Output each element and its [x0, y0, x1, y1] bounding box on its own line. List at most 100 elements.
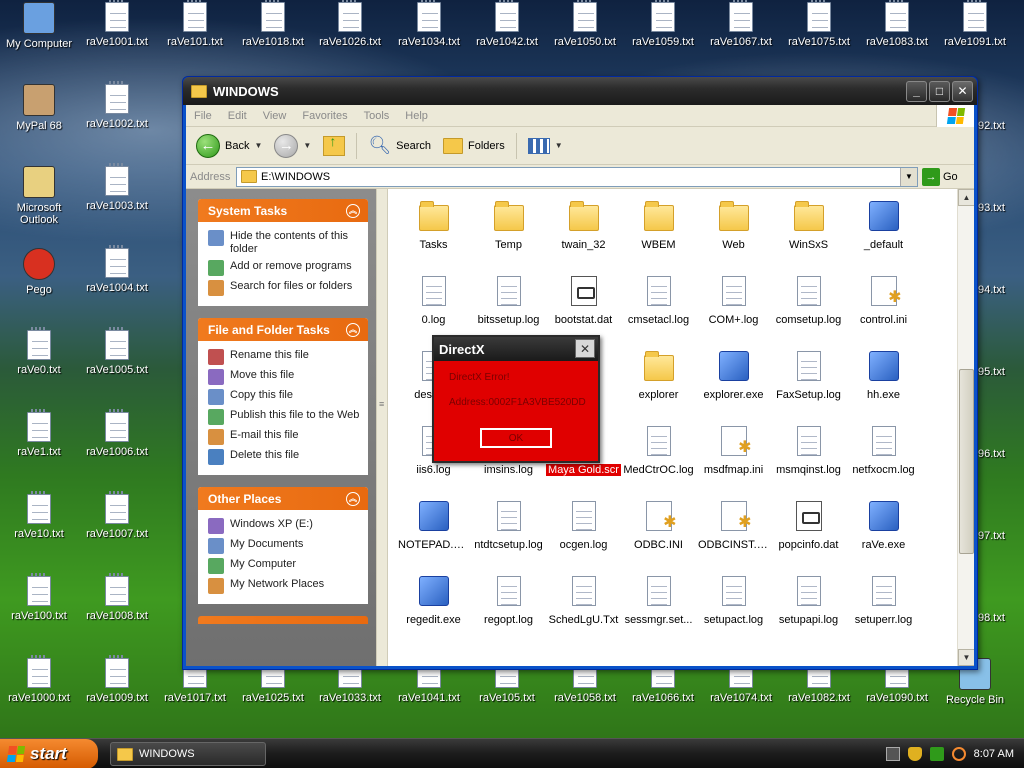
forward-button[interactable]: → ▼ [270, 132, 315, 160]
file-task-item[interactable]: Copy this file [208, 387, 362, 407]
file-item[interactable]: Tasks [396, 201, 471, 276]
file-item[interactable]: SchedLgU.Txt [546, 576, 621, 651]
file-item[interactable]: sessmgr.set... [621, 576, 696, 651]
desktop-icon[interactable]: MyPal 68 [0, 84, 78, 132]
desktop-icon[interactable]: raVe1003.txt [78, 163, 156, 212]
desktop-icon[interactable]: raVe1091.txt [936, 0, 1014, 48]
file-item[interactable]: msmqinst.log [771, 426, 846, 501]
menu-item-file[interactable]: File [186, 110, 220, 122]
desktop-icon[interactable]: raVe10.txt [0, 491, 78, 540]
desktop-icon-label[interactable]: 98.txt [978, 612, 1024, 624]
desktop-icon[interactable]: My Computer [0, 2, 78, 50]
other-task-item[interactable]: Windows XP (E:) [208, 516, 362, 536]
desktop-icon[interactable]: raVe100.txt [0, 573, 78, 622]
desktop-icon[interactable]: raVe1018.txt [234, 0, 312, 48]
file-item[interactable]: Temp [471, 201, 546, 276]
up-folder-button[interactable]: ↑ [319, 133, 349, 158]
file-item[interactable]: hh.exe [846, 351, 921, 426]
system-task-item[interactable]: Add or remove programs [208, 258, 362, 278]
folders-button[interactable]: Folders [439, 136, 509, 156]
desktop-icon[interactable]: Pego [0, 248, 78, 296]
file-item[interactable]: raVe.exe [846, 501, 921, 576]
desktop-icon[interactable]: raVe1005.txt [78, 327, 156, 376]
file-item[interactable]: cmsetacl.log [621, 276, 696, 351]
desktop-icon[interactable]: raVe1004.txt [78, 245, 156, 294]
menu-item-favorites[interactable]: Favorites [294, 110, 355, 122]
dialog-close-button[interactable]: ✕ [575, 339, 595, 358]
file-item[interactable]: WinSxS [771, 201, 846, 276]
desktop-icon[interactable]: Microsoft Outlook [0, 166, 78, 226]
file-item[interactable]: NOTEPAD.EXE [396, 501, 471, 576]
file-item[interactable]: msdfmap.ini [696, 426, 771, 501]
desktop-icon-label[interactable]: 94.txt [978, 284, 1024, 296]
collapse-chevron-icon[interactable]: ︽ [346, 491, 360, 506]
desktop-icon[interactable]: raVe0.txt [0, 327, 78, 376]
desktop-icon-label[interactable]: 97.txt [978, 530, 1024, 542]
scroll-thumb[interactable] [959, 369, 974, 554]
vertical-scrollbar[interactable]: ▲ ▼ [957, 189, 974, 666]
collapse-chevron-icon[interactable]: ︽ [346, 322, 360, 337]
go-button[interactable]: → Go [922, 167, 970, 186]
keyboard-icon[interactable] [885, 747, 900, 761]
file-item[interactable]: setupapi.log [771, 576, 846, 651]
file-task-item[interactable]: Publish this file to the Web [208, 407, 362, 427]
file-item[interactable]: comsetup.log [771, 276, 846, 351]
file-item[interactable]: popcinfo.dat [771, 501, 846, 576]
system-tasks-header[interactable]: System Tasks ︽ [198, 199, 368, 222]
search-button[interactable]: 🔍︎ Search [364, 133, 435, 158]
desktop-icon[interactable]: raVe1059.txt [624, 0, 702, 48]
other-places-header[interactable]: Other Places ︽ [198, 487, 368, 510]
desktop-icon[interactable]: raVe1067.txt [702, 0, 780, 48]
file-item[interactable]: explorer.exe [696, 351, 771, 426]
desktop-icon[interactable]: raVe1002.txt [78, 81, 156, 130]
desktop-icon[interactable]: raVe1075.txt [780, 0, 858, 48]
file-task-item[interactable]: Delete this file [208, 447, 362, 467]
file-item[interactable]: WBEM [621, 201, 696, 276]
file-item[interactable]: Web [696, 201, 771, 276]
back-button[interactable]: ← Back ▼ [192, 132, 266, 160]
desktop-icon[interactable]: raVe1001.txt [78, 0, 156, 48]
chevron-down-icon[interactable]: ▼ [303, 141, 311, 150]
window-titlebar[interactable]: WINDOWS _ □ ✕ [183, 77, 977, 105]
file-item[interactable]: ocgen.log [546, 501, 621, 576]
menu-item-tools[interactable]: Tools [356, 110, 398, 122]
system-task-item[interactable]: Hide the contents of this folder [208, 228, 362, 258]
shield-icon[interactable] [907, 747, 922, 761]
address-input[interactable]: E:\WINDOWS ▼ [236, 166, 918, 187]
desktop-icon-label[interactable]: 92.txt [978, 120, 1024, 132]
other-task-item[interactable]: My Documents [208, 536, 362, 556]
scroll-up-button[interactable]: ▲ [958, 189, 974, 206]
file-item[interactable]: regopt.log [471, 576, 546, 651]
desktop-icon-label[interactable]: 93.txt [978, 202, 1024, 214]
pane-splitter[interactable] [376, 189, 388, 666]
menu-item-help[interactable]: Help [397, 110, 436, 122]
chevron-down-icon[interactable]: ▼ [254, 141, 262, 150]
system-task-item[interactable]: Search for files or folders [208, 278, 362, 298]
desktop-icon[interactable]: raVe1009.txt [78, 655, 156, 704]
file-item[interactable]: explorer [621, 351, 696, 426]
search-tray-icon[interactable] [951, 747, 966, 761]
desktop-icon[interactable]: raVe1050.txt [546, 0, 624, 48]
file-item[interactable]: control.ini [846, 276, 921, 351]
views-button[interactable]: ▼ [524, 136, 567, 156]
file-item[interactable]: _default [846, 201, 921, 276]
close-button[interactable]: ✕ [952, 80, 973, 102]
desktop-icon[interactable]: raVe1026.txt [311, 0, 389, 48]
minimize-button[interactable]: _ [906, 80, 927, 102]
start-button[interactable]: start [0, 739, 98, 768]
file-item[interactable]: setuperr.log [846, 576, 921, 651]
desktop-icon[interactable]: raVe1042.txt [468, 0, 546, 48]
collapse-chevron-icon[interactable]: ︽ [346, 203, 360, 218]
file-task-item[interactable]: E-mail this file [208, 427, 362, 447]
menu-item-edit[interactable]: Edit [220, 110, 255, 122]
dialog-titlebar[interactable]: DirectX ✕ [434, 337, 598, 361]
desktop-icon-label[interactable]: 95.txt [978, 366, 1024, 378]
file-item[interactable]: ODBC.INI [621, 501, 696, 576]
desktop-icon[interactable]: raVe1000.txt [0, 655, 78, 704]
desktop-icon[interactable]: raVe1007.txt [78, 491, 156, 540]
chevron-down-icon[interactable]: ▼ [900, 167, 917, 186]
file-item[interactable]: netfxocm.log [846, 426, 921, 501]
file-item[interactable]: twain_32 [546, 201, 621, 276]
file-task-item[interactable]: Rename this file [208, 347, 362, 367]
desktop-icon-label[interactable]: 96.txt [978, 448, 1024, 460]
